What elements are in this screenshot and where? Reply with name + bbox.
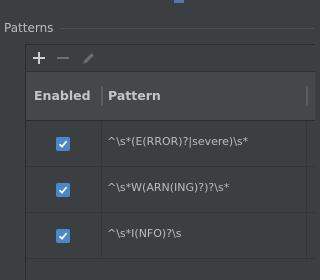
column-resize-handle[interactable] [101, 86, 103, 106]
remove-button[interactable] [53, 48, 73, 68]
patterns-group-header: Patterns [0, 19, 314, 39]
pattern-cell[interactable]: ^\s*I(NFO)?\s [107, 227, 181, 240]
checkmark-icon [58, 232, 68, 240]
patterns-panel: Enabled Pattern ^\s*(E(RROR)?|severe)\s*… [25, 44, 315, 280]
toolbar [26, 45, 315, 72]
cell-divider [306, 121, 307, 166]
table-row[interactable]: ^\s*(E(RROR)?|severe)\s* [26, 121, 315, 167]
enabled-checkbox[interactable] [56, 229, 70, 243]
column-header-enabled[interactable]: Enabled [34, 88, 91, 103]
cell-divider [306, 213, 307, 258]
column-header-pattern[interactable]: Pattern [108, 88, 161, 103]
pattern-cell[interactable]: ^\s*W(ARN(ING)?)?\s* [107, 181, 229, 194]
cell-divider [306, 167, 307, 212]
table-header: Enabled Pattern [26, 72, 315, 121]
add-button[interactable] [29, 48, 49, 68]
scroll-indicator [174, 0, 184, 3]
cell-divider [101, 213, 102, 258]
plus-icon [33, 52, 45, 64]
pattern-cell[interactable]: ^\s*(E(RROR)?|severe)\s* [107, 135, 248, 148]
group-title: Patterns [4, 21, 54, 35]
cell-divider [101, 167, 102, 212]
pencil-icon [82, 52, 94, 64]
table-row[interactable]: ^\s*I(NFO)?\s [26, 213, 315, 259]
column-resize-handle[interactable] [306, 86, 308, 106]
table-row[interactable]: ^\s*W(ARN(ING)?)?\s* [26, 167, 315, 213]
enabled-checkbox[interactable] [56, 183, 70, 197]
cell-divider [101, 121, 102, 166]
checkmark-icon [58, 186, 68, 194]
edit-button[interactable] [78, 48, 98, 68]
enabled-checkbox[interactable] [56, 137, 70, 151]
minus-icon [57, 57, 69, 59]
checkmark-icon [58, 140, 68, 148]
group-divider [60, 28, 314, 29]
